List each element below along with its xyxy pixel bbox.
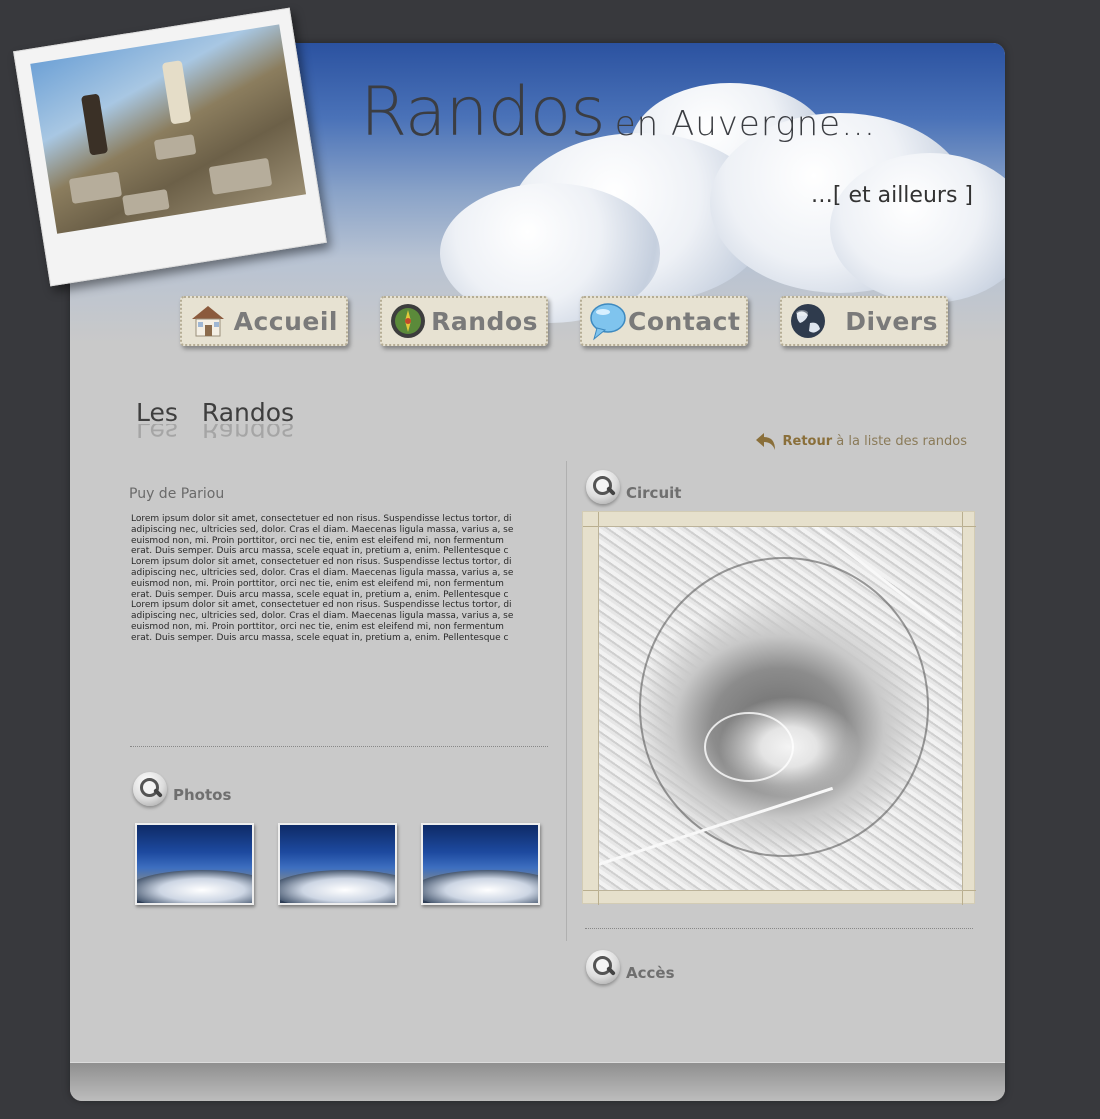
rock-shape [68, 171, 123, 204]
back-link-strong: Retour [782, 433, 833, 449]
magnifier-icon [586, 950, 620, 984]
section-title-acces: Accès [626, 964, 675, 982]
footer-bar [70, 1062, 1005, 1101]
crater-ring [704, 712, 794, 782]
circuit-map-image[interactable] [598, 526, 963, 891]
column-divider [566, 461, 567, 941]
magnifier-icon [133, 772, 167, 806]
compass-icon [388, 301, 428, 341]
page-title: Les Randos [136, 398, 318, 427]
site-title-main: Randos [360, 73, 606, 152]
nav-label: Divers [845, 306, 938, 336]
photo-thumbnail[interactable] [278, 823, 397, 905]
nav-label: Contact [628, 306, 741, 336]
nav-button-divers[interactable]: Divers [780, 296, 948, 346]
back-arrow-icon [755, 431, 777, 451]
page-title-reflection-word: Randos [202, 424, 294, 438]
page-title-word: Randos [201, 398, 295, 427]
back-link-text: à la liste des randos [836, 433, 967, 449]
nav-button-accueil[interactable]: Accueil [180, 296, 348, 346]
page-title-reflection-word: Les [136, 424, 178, 438]
site-subtitle: …[ et ailleurs ] [810, 183, 973, 208]
polaroid-photo [13, 7, 327, 287]
main-nav: Accueil Randos Contact Divers [70, 296, 1005, 351]
hiker-figure [161, 60, 192, 125]
house-icon [188, 301, 228, 341]
globe-icon [788, 301, 828, 341]
divider [585, 928, 973, 929]
circuit-section-header: Circuit [586, 470, 681, 504]
rock-shape [208, 157, 273, 195]
magnifier-icon [586, 470, 620, 504]
nav-button-randos[interactable]: Randos [380, 296, 548, 346]
page-title-reflection: Les Randos [136, 424, 318, 438]
section-title-circuit: Circuit [626, 484, 682, 502]
back-to-list-link[interactable]: Retour à la liste des randos [755, 431, 967, 451]
speech-bubble-icon [588, 301, 628, 341]
hiker-figure [80, 93, 109, 156]
hike-description: Lorem ipsum dolor sit amet, consectetuer… [131, 514, 514, 643]
rock-shape [153, 134, 197, 161]
hikers-photo [30, 24, 307, 234]
acces-section-header: Accès [586, 950, 675, 984]
nav-label: Accueil [233, 306, 338, 336]
nav-label: Randos [431, 306, 538, 336]
divider [130, 746, 548, 747]
rock-shape [122, 189, 170, 216]
site-title-rest: en Auvergne… [614, 104, 877, 144]
crater-ring [639, 557, 929, 857]
nav-button-contact[interactable]: Contact [580, 296, 748, 346]
site-title: Randos en Auvergne… [360, 73, 876, 152]
photo-thumbnail[interactable] [135, 823, 254, 905]
photos-section-header: Photos [133, 772, 231, 806]
section-title-photos: Photos [173, 786, 232, 804]
circuit-map-frame [582, 511, 976, 905]
page-title-word: Les [136, 398, 178, 427]
photo-thumbnail[interactable] [421, 823, 540, 905]
hike-name: Puy de Pariou [129, 486, 225, 502]
